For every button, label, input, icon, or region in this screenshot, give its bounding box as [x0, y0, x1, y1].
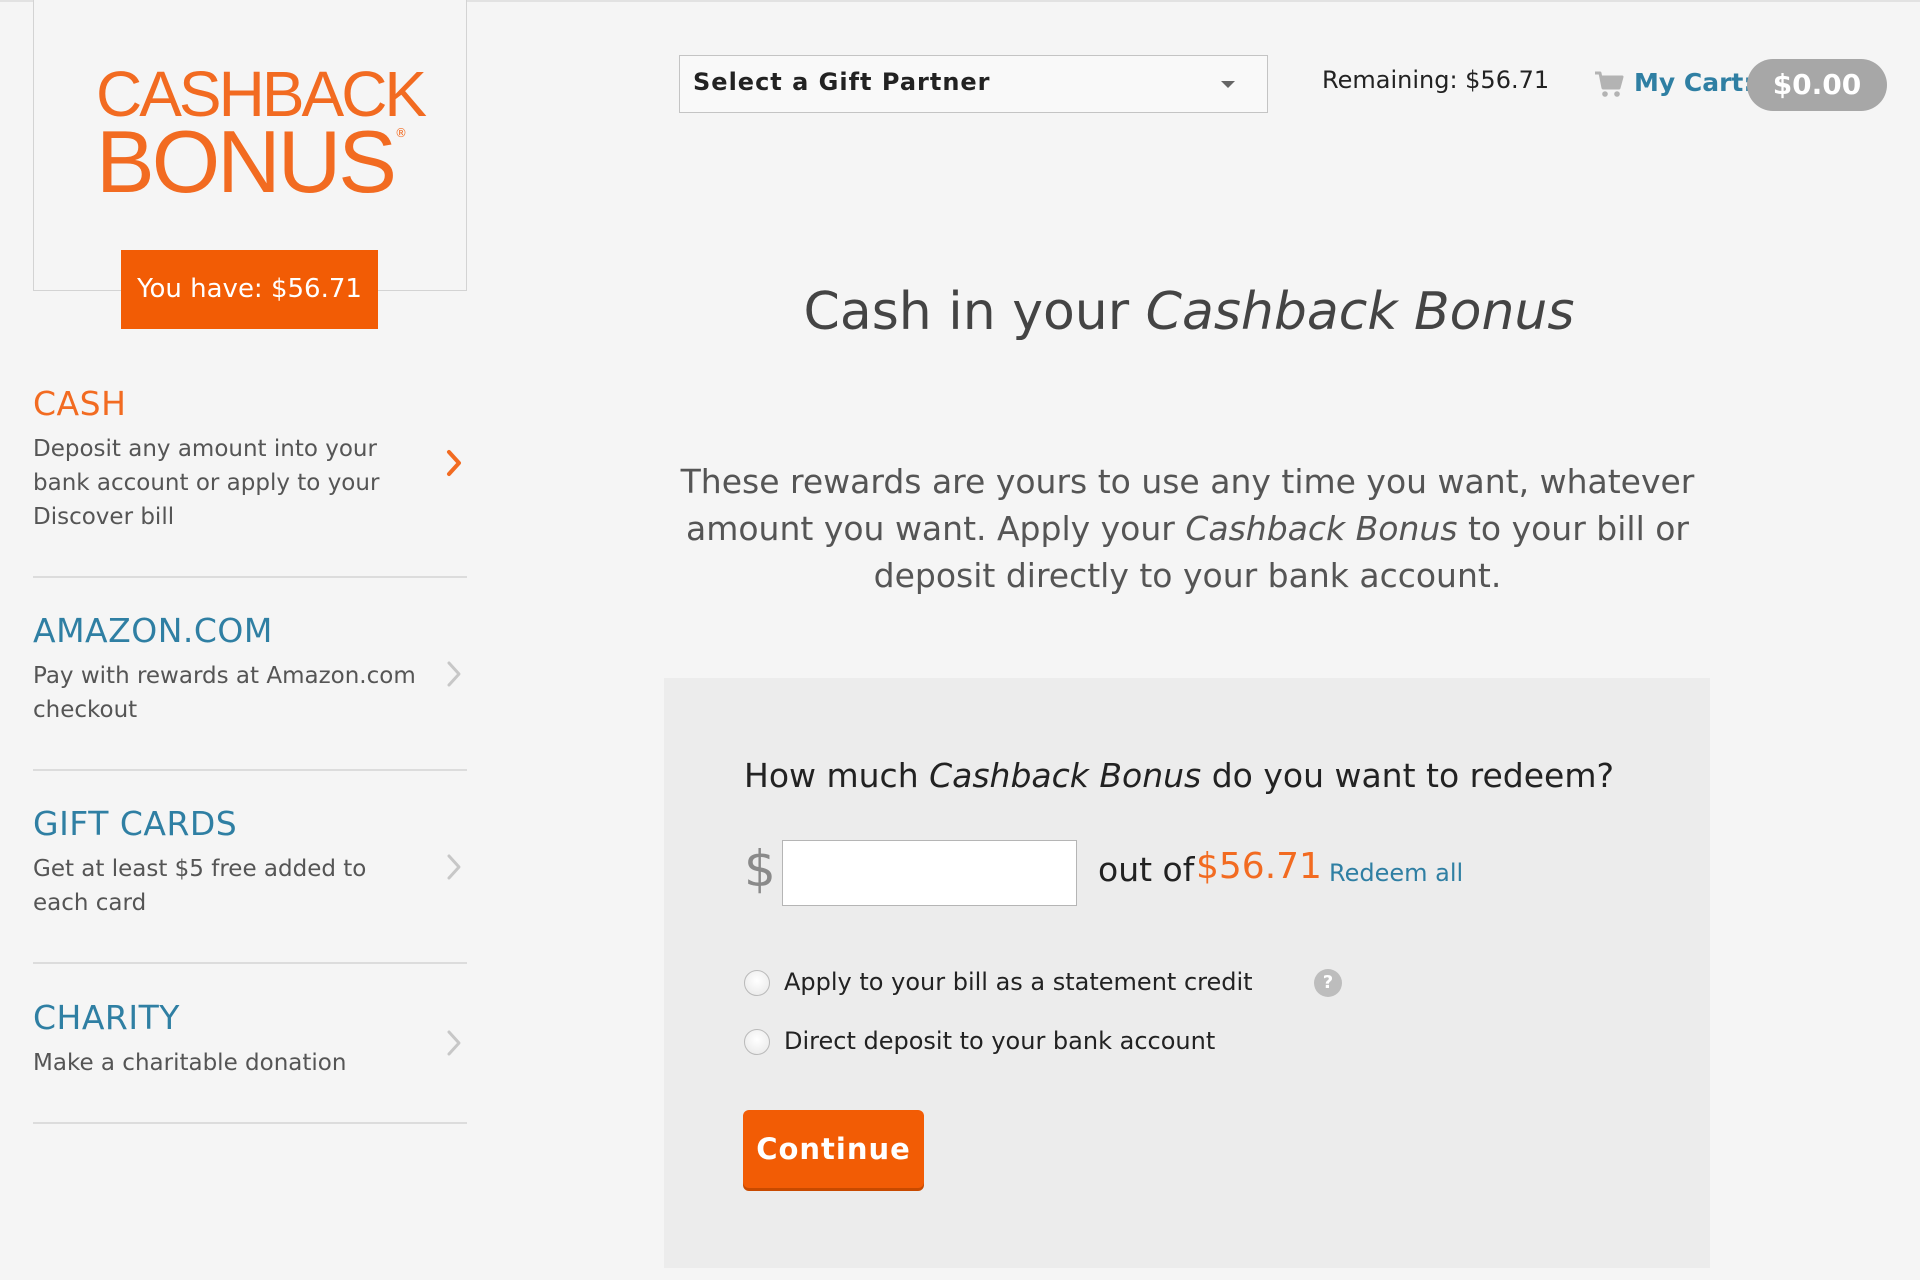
sidebar-item-description: Make a charitable donation: [33, 1050, 347, 1076]
sidebar-divider: [33, 576, 467, 578]
gift-partner-select[interactable]: Select a Gift Partner: [679, 55, 1268, 113]
radio-button-icon[interactable]: [744, 970, 770, 996]
chevron-right-icon: [447, 661, 461, 687]
sidebar-item-description: Get at least $5 free added to each card: [33, 856, 367, 916]
intro-emphasis: Cashback Bonus: [1185, 509, 1458, 548]
shopping-cart-icon: [1595, 71, 1624, 97]
sidebar-item-title: AMAZON.COM: [33, 611, 273, 650]
chevron-right-icon: [447, 1030, 461, 1056]
sidebar-item-title: CASH: [33, 384, 127, 423]
sidebar-item-title: CHARITY: [33, 998, 180, 1037]
registered-mark: ®: [395, 126, 407, 140]
gift-partner-select-label: Select a Gift Partner: [693, 68, 991, 96]
sidebar-item-description: Deposit any amount into your bank accoun…: [33, 436, 380, 530]
currency-symbol: $: [744, 840, 776, 898]
intro-paragraph: These rewards are yours to use any time …: [660, 458, 1715, 599]
sidebar-item-charity[interactable]: CHARITY Make a charitable donation: [33, 998, 467, 1088]
sidebar-item-title: GIFT CARDS: [33, 804, 238, 843]
cart-total-badge[interactable]: $0.00: [1747, 59, 1887, 111]
available-amount: $56.71: [1196, 846, 1322, 887]
redeem-question-text: How much: [744, 756, 930, 795]
balance-badge: You have: $56.71: [121, 250, 378, 329]
statement-credit-option[interactable]: Apply to your bill as a statement credit…: [744, 968, 1354, 1002]
sidebar-divider: [33, 962, 467, 964]
remaining-balance: Remaining: $56.71: [1322, 66, 1550, 94]
chevron-right-icon: [447, 854, 461, 880]
sidebar-item-amazon[interactable]: AMAZON.COM Pay with rewards at Amazon.co…: [33, 611, 467, 731]
statement-credit-label: Apply to your bill as a statement credit: [784, 968, 1253, 996]
redeem-question-emphasis: Cashback Bonus: [929, 756, 1202, 795]
radio-button-icon[interactable]: [744, 1029, 770, 1055]
sidebar-item-cash[interactable]: CASH Deposit any amount into your bank a…: [33, 384, 467, 534]
redeem-question-text-end: do you want to redeem?: [1201, 756, 1615, 795]
continue-button[interactable]: Continue: [743, 1110, 924, 1188]
page-title-emphasis: Cashback Bonus: [1145, 282, 1575, 342]
sidebar-item-description: Pay with rewards at Amazon.com checkout: [33, 663, 416, 723]
caret-down-icon: [1221, 81, 1235, 88]
sidebar-divider: [33, 1122, 467, 1124]
direct-deposit-label: Direct deposit to your bank account: [784, 1027, 1216, 1055]
sidebar-divider: [33, 769, 467, 771]
redeem-all-link[interactable]: Redeem all: [1329, 859, 1463, 887]
help-circle-icon[interactable]: ?: [1314, 969, 1342, 997]
sidebar-item-gift-cards[interactable]: GIFT CARDS Get at least $5 free added to…: [33, 804, 467, 924]
chevron-right-icon: [447, 450, 461, 476]
page-title: Cash in your Cashback Bonus: [664, 282, 1714, 342]
redeem-panel: How much Cashback Bonus do you want to r…: [664, 678, 1710, 1268]
page-title-text: Cash in your: [803, 282, 1146, 342]
logo-panel: CASHBACK BONUS ®: [33, 0, 467, 291]
redeem-question: How much Cashback Bonus do you want to r…: [744, 756, 1614, 795]
out-of-label: out of: [1098, 850, 1195, 889]
my-cart-label: My Cart:: [1634, 68, 1754, 97]
logo-line-bonus: BONUS: [96, 112, 397, 211]
redeem-amount-input[interactable]: [782, 840, 1077, 906]
direct-deposit-option[interactable]: Direct deposit to your bank account: [744, 1027, 1215, 1061]
